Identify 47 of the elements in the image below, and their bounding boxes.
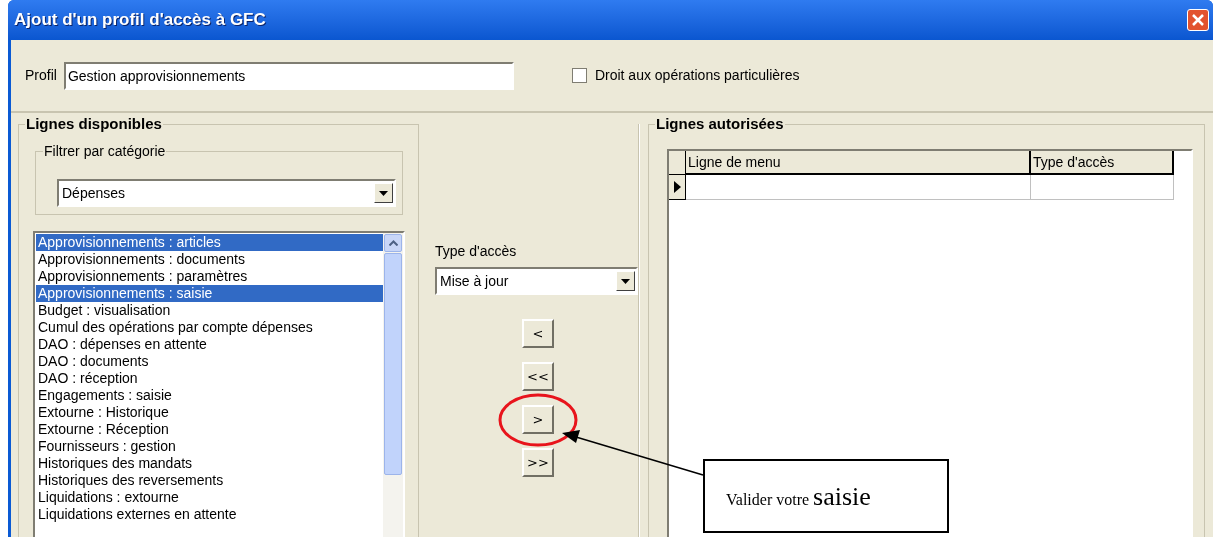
callout-text: Valider votre saisie (726, 480, 871, 513)
access-type-dropdown[interactable]: Mise à jour (435, 267, 638, 295)
list-item[interactable]: Approvisionnements : articles (36, 234, 383, 251)
field-label: Profil (25, 66, 57, 85)
scroll-up-icon (388, 240, 398, 246)
list-item[interactable]: Approvisionnements : paramètres (36, 268, 383, 285)
field-label: Type d'accès (435, 243, 518, 259)
move-button[interactable]: < (522, 319, 554, 348)
dropdown-arrow-icon (379, 190, 388, 196)
list-item[interactable]: Budget : visualisation (36, 302, 383, 319)
move-button[interactable]: << (522, 362, 554, 391)
list-item[interactable]: Cumul des opérations par compte dépenses (36, 319, 383, 336)
checkbox[interactable] (571, 68, 587, 83)
move-button[interactable]: > (522, 405, 554, 434)
list-item[interactable]: Engagements : saisie (36, 387, 383, 404)
checkbox-label: Droit aux opérations particulières (594, 66, 800, 85)
group-title: Lignes autorisées (655, 115, 785, 133)
list-item[interactable]: Historiques des mandats (36, 455, 383, 472)
list-item[interactable]: DAO : dépenses en attente (36, 336, 383, 353)
category-dropdown[interactable]: Dépenses (57, 179, 396, 207)
list-item[interactable]: Liquidations externes en attente (36, 506, 383, 523)
window-title: Ajout d'un profil d'accès à GFC (14, 9, 266, 32)
table-cell[interactable] (1031, 175, 1174, 200)
column-header[interactable]: Ligne de menu (686, 151, 1031, 175)
available-list[interactable] (33, 231, 405, 537)
list-item[interactable]: DAO : documents (36, 353, 383, 370)
move-button[interactable]: >> (522, 448, 554, 477)
list-item[interactable]: Approvisionnements : documents (36, 251, 383, 268)
scrollbar[interactable] (383, 233, 403, 537)
list-item[interactable]: Extourne : Réception (36, 421, 383, 438)
list-item[interactable]: DAO : réception (36, 370, 383, 387)
list-item[interactable]: Historiques des reversements (36, 472, 383, 489)
list-item[interactable]: Extourne : Historique (36, 404, 383, 421)
list-item[interactable]: Approvisionnements : saisie (36, 285, 383, 302)
close-button[interactable] (1187, 9, 1209, 31)
scrollbar-thumb[interactable] (384, 253, 402, 475)
table-cell[interactable] (686, 175, 1031, 200)
group-title: Lignes disponibles (25, 115, 163, 133)
current-row-icon (673, 181, 681, 193)
profile-field[interactable]: Gestion approvisionnements (63, 61, 514, 90)
list-item[interactable]: Liquidations : extourne (36, 489, 383, 506)
group-title: Filtrer par catégorie (43, 143, 167, 159)
column-header[interactable]: Type d'accès (1031, 151, 1174, 175)
row-header-corner (669, 151, 686, 175)
list-item[interactable]: Fournisseurs : gestion (36, 438, 383, 455)
dropdown-arrow-icon (621, 278, 630, 284)
close-icon (1192, 14, 1204, 26)
